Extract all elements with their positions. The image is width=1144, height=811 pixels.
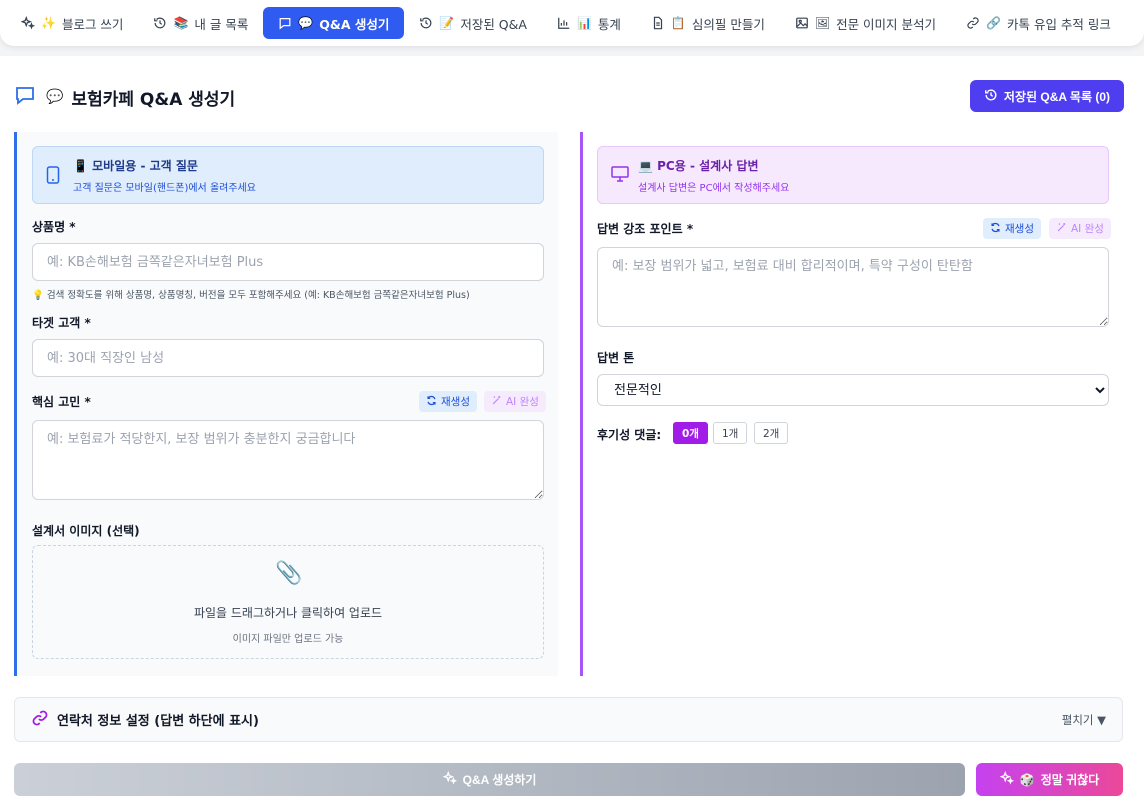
tab-blog-write[interactable]: ✨ 블로그 쓰기 [6, 7, 138, 39]
tab-statistics[interactable]: 📊 통계 [542, 7, 636, 39]
tab-image-analyzer[interactable]: 🖼 전문 이미지 분석기 [780, 7, 951, 39]
generate-qa-button[interactable]: Q&A 생성하기 [14, 763, 965, 796]
pc-info-emoji: 💻 [638, 159, 653, 173]
target-customer-input[interactable] [32, 339, 544, 377]
sparkles-icon [21, 16, 35, 30]
tab-emoji: 🔗 [986, 16, 1001, 30]
history-icon [153, 16, 167, 30]
page-title: 보험카페 Q&A 생성기 [71, 89, 236, 110]
ai-complete-label: AI 완성 [1071, 223, 1104, 235]
refresh-icon [426, 395, 437, 409]
tab-my-posts[interactable]: 📚 내 글 목록 [138, 7, 263, 39]
product-name-label: 상품명 * [32, 220, 76, 234]
pc-info-title-text: PC용 - 설계사 답변 [657, 159, 759, 173]
tab-emoji: 🖼 [814, 16, 831, 30]
key-concern-label: 핵심 고민 * [32, 395, 91, 409]
review-comment-label: 후기성 댓글: [597, 428, 662, 442]
mobile-info-emoji: 📱 [73, 159, 88, 173]
tab-review-doc[interactable]: 📋 심의필 만들기 [636, 7, 780, 39]
mobile-info-subtitle: 고객 질문은 모바일(핸드폰)에서 올려주세요 [73, 183, 256, 194]
concern-ai-complete-button[interactable]: AI 완성 [484, 391, 546, 412]
top-nav: ✨ 블로그 쓰기 📚 내 글 목록 💬 Q&A 생성기 📝 저장된 Q&A 📊 … [0, 0, 1144, 46]
product-name-hint: 💡 검색 정확도를 위해 상품명, 상품명칭, 버전을 모두 포함해주세요 (예… [32, 290, 470, 301]
lazy-auto-label: 정말 귀찮다 [1040, 773, 1100, 787]
saved-qa-list-label: 저장된 Q&A 목록 (0) [1003, 89, 1110, 104]
answer-point-textarea[interactable] [597, 247, 1109, 327]
tab-emoji: 📊 [576, 16, 592, 30]
tab-label: 카톡 유입 추적 링크 [1006, 16, 1111, 32]
chat-icon [14, 84, 36, 110]
upload-note: 이미지 파일만 업로드 가능 [232, 634, 344, 645]
image-icon [795, 16, 809, 30]
tab-label: 저장된 Q&A [460, 16, 527, 32]
tab-label: 통계 [597, 16, 621, 32]
regenerate-label: 재생성 [441, 396, 470, 408]
upload-instruction: 파일을 드래그하거나 클릭하여 업로드 [193, 606, 383, 620]
lazy-auto-button[interactable]: 🎲 정말 귀찮다 [976, 763, 1123, 796]
customer-question-panel: 📱 모바일용 - 고객 질문 고객 질문은 모바일(핸드폰)에서 올려주세요 상… [14, 132, 558, 676]
paperclip-icon: 📎 [275, 561, 303, 586]
contact-settings-section[interactable]: 연락처 정보 설정 (답변 하단에 표시) 펼치기 ▼ [14, 697, 1123, 742]
tab-label: 내 글 목록 [194, 16, 249, 32]
agent-answer-panel: 💻 PC용 - 설계사 답변 설계사 답변은 PC에서 작성해주세요 답변 강조… [580, 132, 1125, 676]
link-icon [966, 16, 980, 30]
answer-point-label: 답변 강조 포인트 * [597, 222, 694, 236]
pc-info-box: 💻 PC용 - 설계사 답변 설계사 답변은 PC에서 작성해주세요 [597, 146, 1109, 204]
link-icon [31, 709, 49, 731]
dice-icon: 🎲 [1019, 772, 1035, 787]
review-count-0-button[interactable]: 0개 [673, 422, 708, 444]
magic-wand-icon [491, 395, 502, 409]
monitor-icon [611, 166, 629, 184]
header-emoji: 💬 [46, 89, 64, 105]
tab-emoji: 📚 [173, 16, 189, 30]
pc-info-subtitle: 설계사 답변은 PC에서 작성해주세요 [638, 183, 790, 194]
tab-emoji: 💬 [298, 16, 314, 30]
target-customer-label: 타겟 고객 * [32, 316, 91, 330]
mobile-info-title: 📱 모바일용 - 고객 질문 [73, 157, 529, 174]
tab-label: 전문 이미지 분석기 [836, 16, 937, 32]
tab-label: Q&A 생성기 [319, 16, 390, 32]
design-image-label: 설계서 이미지 (선택) [32, 524, 140, 538]
magic-wand-icon [1056, 222, 1067, 236]
main-content: 💬 보험카페 Q&A 생성기 저장된 Q&A 목록 (0) 📱 모바일용 - 고… [0, 56, 1144, 811]
saved-qa-list-button[interactable]: 저장된 Q&A 목록 (0) [969, 80, 1124, 112]
contact-settings-title: 연락처 정보 설정 (답변 하단에 표시) [57, 714, 259, 729]
answer-tone-select[interactable]: 전문적인 [597, 374, 1109, 406]
point-regenerate-button[interactable]: 재생성 [983, 218, 1041, 239]
page-header: 💬 보험카페 Q&A 생성기 저장된 Q&A 목록 (0) [14, 80, 1124, 114]
image-upload-dropzone[interactable]: 📎 파일을 드래그하거나 클릭하여 업로드 이미지 파일만 업로드 가능 [32, 545, 544, 659]
ai-complete-label: AI 완성 [506, 396, 539, 408]
bar-chart-icon [557, 16, 571, 30]
tab-qa-generator[interactable]: 💬 Q&A 생성기 [263, 7, 405, 39]
mobile-info-title-text: 모바일용 - 고객 질문 [92, 159, 198, 173]
tab-emoji: ✨ [41, 16, 56, 30]
tab-emoji: 📋 [670, 16, 686, 30]
regenerate-label: 재생성 [1005, 223, 1034, 235]
tab-label: 블로그 쓰기 [61, 16, 124, 32]
product-name-input[interactable] [32, 243, 544, 281]
tab-kakao-link[interactable]: 🔗 카톡 유입 추적 링크 [951, 7, 1126, 39]
key-concern-textarea[interactable] [32, 420, 544, 500]
chat-icon [278, 16, 292, 30]
concern-regenerate-button[interactable]: 재생성 [419, 391, 477, 412]
sparkles-icon [999, 770, 1015, 788]
tab-emoji: 📝 [439, 16, 455, 30]
tab-saved-qa[interactable]: 📝 저장된 Q&A [404, 7, 542, 39]
point-ai-complete-button[interactable]: AI 완성 [1049, 218, 1111, 239]
review-count-2-button[interactable]: 2개 [754, 422, 789, 444]
sparkles-icon [442, 770, 457, 788]
review-count-1-button[interactable]: 1개 [713, 422, 748, 444]
answer-tone-label: 답변 톤 [597, 351, 635, 365]
tab-label: 심의필 만들기 [691, 16, 765, 32]
history-icon [419, 16, 433, 30]
mobile-info-box: 📱 모바일용 - 고객 질문 고객 질문은 모바일(핸드폰)에서 올려주세요 [32, 146, 544, 204]
pc-info-title: 💻 PC용 - 설계사 답변 [638, 157, 1094, 174]
document-icon [651, 16, 665, 30]
smartphone-icon [46, 166, 62, 184]
refresh-icon [990, 222, 1001, 236]
history-icon [984, 88, 998, 105]
generate-qa-label: Q&A 생성하기 [462, 773, 537, 787]
contact-expand-toggle[interactable]: 펼치기 ▼ [1062, 712, 1106, 728]
